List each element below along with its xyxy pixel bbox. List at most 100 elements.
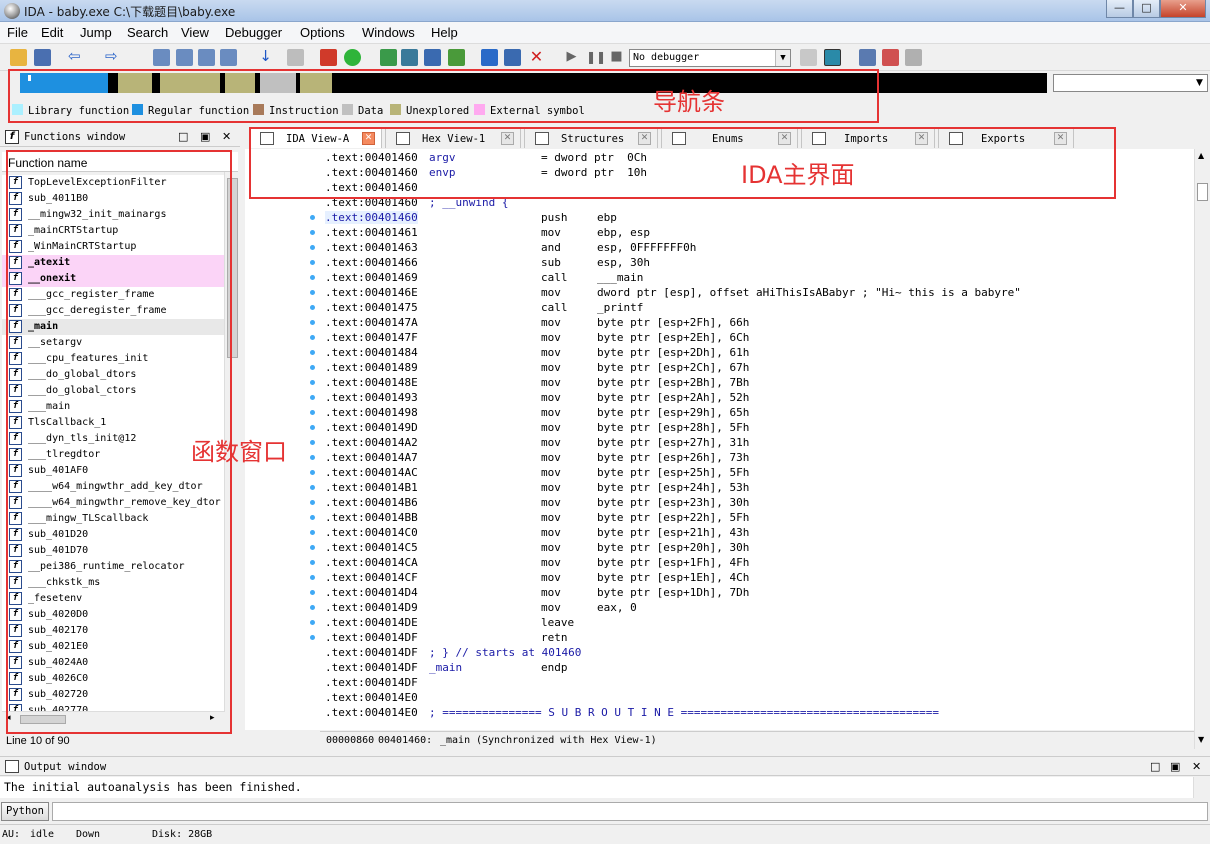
restore-icon[interactable]: □ bbox=[1150, 760, 1160, 773]
disasm-line[interactable]: .text:00401463 and esp, 0FFFFFFF0h bbox=[325, 240, 696, 255]
scroll-up-icon[interactable]: ▲ bbox=[1198, 151, 1204, 160]
disasm-line[interactable]: .text:0040147F mov byte ptr [esp+2Eh], 6Ch bbox=[325, 330, 749, 345]
menu-help[interactable]: Help bbox=[431, 25, 458, 40]
disasm-line[interactable]: .text:00401469 call ___main bbox=[325, 270, 643, 285]
disasm-line[interactable]: .text:004014E0 bbox=[325, 690, 418, 705]
output-icon bbox=[5, 760, 19, 773]
back-arrow-icon[interactable]: ⇦ bbox=[68, 49, 85, 66]
menu-options[interactable]: Options bbox=[300, 25, 345, 40]
restore-icon[interactable]: □ bbox=[178, 130, 188, 143]
disasm-line[interactable]: .text:004014B1 mov byte ptr [esp+24h], 53h bbox=[325, 480, 749, 495]
minimize-button[interactable]: — bbox=[1106, 0, 1133, 18]
functions-line-info: Line 10 of 90 bbox=[6, 735, 70, 747]
close-button[interactable]: ✕ bbox=[1160, 0, 1206, 18]
disasm-line[interactable]: .text:0040148E mov byte ptr [esp+2Bh], 7Bh bbox=[325, 375, 749, 390]
open-folder-icon[interactable] bbox=[10, 49, 27, 66]
close-icon[interactable]: ✕ bbox=[222, 130, 231, 143]
data-icon[interactable] bbox=[401, 49, 418, 66]
disasm-line[interactable]: .text:004014A2 mov byte ptr [esp+27h], 31h bbox=[325, 435, 749, 450]
menu-debugger[interactable]: Debugger bbox=[225, 25, 282, 40]
play-icon[interactable]: ▶ bbox=[563, 49, 580, 66]
au-label: AU: bbox=[2, 829, 21, 840]
disasm-line[interactable]: .text:00401461 mov ebp, esp bbox=[325, 225, 650, 240]
scroll-thumb[interactable] bbox=[1197, 183, 1208, 201]
debugger-select[interactable]: No debugger ▼ bbox=[629, 49, 791, 67]
disasm-line[interactable]: .text:00401484 mov byte ptr [esp+2Dh], 61h bbox=[325, 345, 749, 360]
disasm-address: .text:004014DE bbox=[325, 616, 418, 629]
lock-icon[interactable] bbox=[287, 49, 304, 66]
maximize-button[interactable]: □ bbox=[1133, 0, 1160, 18]
disasm-line[interactable]: .text:00401466 sub esp, 30h bbox=[325, 255, 650, 270]
disasm-operands: byte ptr [esp+2Dh], 61h bbox=[597, 346, 750, 359]
python-button[interactable]: Python bbox=[1, 802, 49, 821]
code-vscroll[interactable]: ▲ ▼ bbox=[1194, 149, 1210, 749]
disasm-line[interactable]: .text:004014DF ; } // starts at 401460 bbox=[325, 645, 581, 660]
disasm-line[interactable]: .text:0040149D mov byte ptr [esp+28h], 5Fh bbox=[325, 420, 749, 435]
close-icon[interactable]: ✕ bbox=[1192, 760, 1201, 773]
green-circle-icon[interactable] bbox=[344, 49, 361, 66]
scroll-down-icon[interactable]: ▼ bbox=[1198, 735, 1204, 744]
menu-windows[interactable]: Windows bbox=[362, 25, 415, 40]
disasm-line[interactable]: .text:004014CF mov byte ptr [esp+1Eh], 4Ch bbox=[325, 570, 749, 585]
disasm-line[interactable]: .text:0040146E mov dword ptr [esp], offset… bbox=[325, 285, 1021, 300]
disasm-line[interactable]: .text:00401475 call _printf bbox=[325, 300, 643, 315]
float-icon[interactable]: ▣ bbox=[200, 130, 210, 143]
disasm-line[interactable]: .text:004014BB mov byte ptr [esp+22h], 5Fh bbox=[325, 510, 749, 525]
ida-view-a[interactable]: .text:00401460 argv = dword ptr 0Ch .text:0… bbox=[245, 149, 1195, 730]
disasm-line[interactable]: .text:004014C5 mov byte ptr [esp+20h], 30h bbox=[325, 540, 749, 555]
menu-edit[interactable]: Edit bbox=[41, 25, 63, 40]
graph-icon[interactable] bbox=[859, 49, 876, 66]
jump-down-icon[interactable]: ↓ bbox=[257, 49, 274, 66]
add-icon[interactable] bbox=[448, 49, 465, 66]
menu-view[interactable]: View bbox=[181, 25, 209, 40]
disasm-line[interactable]: .text:004014D9 mov eax, 0 bbox=[325, 600, 637, 615]
disasm-line[interactable]: .text:004014DF bbox=[325, 675, 418, 690]
output-vscroll[interactable] bbox=[1193, 777, 1210, 798]
pause-icon[interactable]: ❚❚ bbox=[586, 49, 606, 66]
save-icon[interactable] bbox=[34, 49, 51, 66]
remove-breakpoint-icon[interactable] bbox=[905, 49, 922, 66]
disasm-line[interactable]: .text:004014E0 ; =============== S U B R … bbox=[325, 705, 939, 720]
disasm-line[interactable]: .text:004014D4 mov byte ptr [esp+1Dh], 7Dh bbox=[325, 585, 749, 600]
float-icon[interactable]: ▣ bbox=[1170, 760, 1180, 773]
disasm-line[interactable]: .text:004014DE leave bbox=[325, 615, 574, 630]
disasm-line[interactable]: .text:004014A7 mov byte ptr [esp+26h], 73h bbox=[325, 450, 749, 465]
disasm-line[interactable]: .text:00401493 mov byte ptr [esp+2Ah], 52h bbox=[325, 390, 749, 405]
menu-jump[interactable]: Jump bbox=[80, 25, 112, 40]
code-icon[interactable] bbox=[380, 49, 397, 66]
delete-icon[interactable]: ✕ bbox=[528, 49, 545, 66]
search-text-icon[interactable] bbox=[176, 49, 193, 66]
breakpoint-icon[interactable] bbox=[882, 49, 899, 66]
annotation-nav-label: 导航条 bbox=[653, 88, 725, 116]
disasm-line[interactable]: .text:0040147A mov byte ptr [esp+2Fh], 66h bbox=[325, 315, 749, 330]
search-next-icon[interactable] bbox=[220, 49, 237, 66]
disasm-address: .text:004014A2 bbox=[325, 436, 418, 449]
disasm-line[interactable]: .text:004014CA mov byte ptr [esp+1Fh], 4Fh bbox=[325, 555, 749, 570]
disasm-address: .text:00401460 bbox=[325, 211, 418, 224]
disasm-line[interactable]: .text:004014C0 mov byte ptr [esp+21h], 43h bbox=[325, 525, 749, 540]
menu-file[interactable]: File bbox=[7, 25, 28, 40]
disasm-line[interactable]: .text:00401460 push ebp bbox=[325, 210, 617, 225]
binoculars-icon[interactable] bbox=[153, 49, 170, 66]
disasm-line[interactable]: .text:004014AC mov byte ptr [esp+25h], 5Fh bbox=[325, 465, 749, 480]
menu-search[interactable]: Search bbox=[127, 25, 168, 40]
alert-triangle-icon[interactable] bbox=[320, 49, 337, 66]
nav-dropdown[interactable]: ▼ bbox=[1053, 74, 1208, 92]
refresh-icon[interactable] bbox=[824, 49, 841, 66]
output-text[interactable]: The initial autoanalysis has been finish… bbox=[0, 777, 1193, 798]
disasm-line[interactable]: .text:004014B6 mov byte ptr [esp+23h], 30h bbox=[325, 495, 749, 510]
disasm-line[interactable]: .text:00401498 mov byte ptr [esp+29h], 65h bbox=[325, 405, 749, 420]
disassembly-listing[interactable]: .text:00401460 argv = dword ptr 0Ch .text:0… bbox=[325, 150, 1021, 720]
star-icon[interactable] bbox=[481, 49, 498, 66]
disasm-line[interactable]: .text:00401489 mov byte ptr [esp+2Ch], 67h bbox=[325, 360, 749, 375]
attach-icon[interactable] bbox=[800, 49, 817, 66]
edit-icon[interactable] bbox=[504, 49, 521, 66]
disasm-line[interactable]: .text:004014DF retn bbox=[325, 630, 568, 645]
disasm-address: .text:00401463 bbox=[325, 241, 418, 254]
search-binary-icon[interactable] bbox=[198, 49, 215, 66]
python-input[interactable] bbox=[52, 802, 1208, 821]
disasm-line[interactable]: .text:004014DF _main endp bbox=[325, 660, 568, 675]
forward-arrow-icon[interactable]: ⇨ bbox=[105, 49, 122, 66]
ascii-icon[interactable] bbox=[424, 49, 441, 66]
stop-icon[interactable]: ■ bbox=[608, 49, 625, 66]
